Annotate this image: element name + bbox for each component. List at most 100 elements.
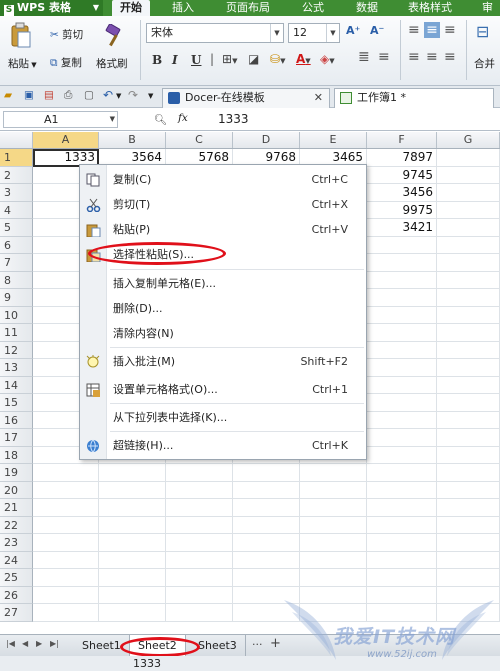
menu-item[interactable]: 插入批注(M) Shift+F2 <box>80 351 366 373</box>
grid-cell[interactable] <box>367 534 437 552</box>
grid-cell[interactable]: 9975 <box>367 201 437 219</box>
row-header[interactable]: 1 <box>0 149 33 167</box>
fill-color-icon[interactable]: ◪ <box>248 52 259 66</box>
font-size-select[interactable]: 12 ▼ <box>288 23 340 43</box>
column-header-g[interactable]: G <box>437 132 500 148</box>
grid-cell[interactable] <box>437 184 500 202</box>
grid-cell[interactable] <box>437 499 500 517</box>
grid-cell[interactable] <box>99 516 166 534</box>
app-menu-button[interactable]: S WPS 表格 ▼ <box>0 0 103 16</box>
grid-cell[interactable] <box>99 464 166 482</box>
grid-cell[interactable] <box>367 394 437 412</box>
last-sheet-icon[interactable]: ▶| <box>50 639 59 648</box>
function-icon[interactable]: fx <box>178 112 188 124</box>
row-header[interactable]: 5 <box>0 219 33 237</box>
grid-cell[interactable] <box>99 499 166 517</box>
grid-cell[interactable] <box>166 499 233 517</box>
grid-cell[interactable] <box>33 569 99 587</box>
doc-tab-docer[interactable]: Docer-在线模板 ✕ <box>162 88 330 108</box>
grid-cell[interactable] <box>233 481 300 499</box>
grid-cell[interactable] <box>367 254 437 272</box>
align-top-icon[interactable]: ≡ <box>408 22 420 38</box>
menu-item[interactable]: 粘贴(P) Ctrl+V <box>80 219 366 241</box>
grid-cell[interactable] <box>367 481 437 499</box>
grid-cell[interactable] <box>437 149 500 167</box>
doc-tab-workbook[interactable]: 工作簿1 * <box>334 88 494 108</box>
grid-cell[interactable] <box>99 551 166 569</box>
print-icon[interactable]: ⎙ <box>64 89 72 102</box>
grid-cell[interactable] <box>367 499 437 517</box>
grid-cell[interactable] <box>367 324 437 342</box>
customize-toolbar-icon[interactable]: ▼ <box>148 92 153 100</box>
menu-item[interactable]: 设置单元格格式(O)... Ctrl+1 <box>80 379 366 401</box>
menu-item[interactable]: 超链接(H)... Ctrl+K <box>80 435 366 457</box>
row-header[interactable]: 11 <box>0 324 33 342</box>
grid-cell[interactable] <box>367 516 437 534</box>
grid-cell[interactable] <box>367 429 437 447</box>
grid-cell[interactable] <box>233 464 300 482</box>
row-header[interactable]: 17 <box>0 429 33 447</box>
column-header-b[interactable]: B <box>99 132 166 148</box>
row-header[interactable]: 24 <box>0 551 33 569</box>
search-icon[interactable]: 🔍︎ <box>154 113 167 126</box>
grid-cell[interactable] <box>99 604 166 622</box>
select-all-corner[interactable] <box>0 132 33 148</box>
grid-cell[interactable] <box>33 604 99 622</box>
font-color-icon[interactable]: A▼ <box>296 52 311 66</box>
grid-cell[interactable] <box>367 551 437 569</box>
chevron-down-icon[interactable]: ▼ <box>116 92 121 100</box>
grid-cell[interactable] <box>367 271 437 289</box>
align-center-icon[interactable]: ≡ <box>426 49 438 65</box>
tab-home[interactable]: 开始 <box>112 0 150 16</box>
column-header-e[interactable]: E <box>300 132 367 148</box>
paste-button[interactable]: 粘贴 ▼ <box>8 56 37 71</box>
row-header[interactable]: 14 <box>0 376 33 394</box>
grid-cell[interactable] <box>437 411 500 429</box>
menu-item[interactable]: 删除(D)... <box>80 298 366 320</box>
grid-cell[interactable] <box>233 516 300 534</box>
font-shrink-icon[interactable]: A⁻ <box>370 24 384 37</box>
font-grow-icon[interactable]: A⁺ <box>346 24 360 37</box>
grid-cell[interactable] <box>33 551 99 569</box>
align-middle-icon[interactable]: ≡ <box>424 22 440 38</box>
grid-cell[interactable] <box>99 534 166 552</box>
grid-cell[interactable] <box>233 551 300 569</box>
grid-cell[interactable] <box>166 464 233 482</box>
align-right-icon[interactable]: ≡ <box>444 49 456 65</box>
grid-cell[interactable]: 7897 <box>367 149 437 167</box>
tab-insert[interactable]: 插入 <box>172 0 194 16</box>
row-header[interactable]: 6 <box>0 236 33 254</box>
grid-cell[interactable] <box>33 499 99 517</box>
grid-cell[interactable] <box>437 464 500 482</box>
menu-item[interactable]: 复制(C) Ctrl+C <box>80 169 366 191</box>
merge-button[interactable]: 合并 <box>474 56 495 71</box>
align-left-icon[interactable]: ≡ <box>408 49 420 65</box>
grid-cell[interactable] <box>233 534 300 552</box>
grid-cell[interactable] <box>300 464 367 482</box>
row-header[interactable]: 20 <box>0 481 33 499</box>
grid-cell[interactable] <box>166 604 233 622</box>
grid-cell[interactable] <box>33 586 99 604</box>
grid-cell[interactable] <box>367 446 437 464</box>
row-header[interactable]: 4 <box>0 201 33 219</box>
row-header[interactable]: 25 <box>0 569 33 587</box>
grid-cell[interactable] <box>367 464 437 482</box>
tab-table-style[interactable]: 表格样式 <box>408 0 452 16</box>
row-header[interactable]: 22 <box>0 516 33 534</box>
grid-cell[interactable] <box>437 481 500 499</box>
tab-data[interactable]: 数据 <box>356 0 378 16</box>
grid-cell[interactable] <box>166 481 233 499</box>
column-header-d[interactable]: D <box>233 132 300 148</box>
column-header-f[interactable]: F <box>367 132 437 148</box>
grid-cell[interactable] <box>367 306 437 324</box>
cut-button[interactable]: ✂ 剪切 <box>50 27 83 42</box>
grid-cell[interactable] <box>33 464 99 482</box>
menu-item[interactable]: 清除内容(N) <box>80 323 366 345</box>
row-header[interactable]: 12 <box>0 341 33 359</box>
prev-sheet-icon[interactable]: ◀ <box>22 639 28 648</box>
column-header-c[interactable]: C <box>166 132 233 148</box>
grid-cell[interactable] <box>437 324 500 342</box>
row-header[interactable]: 9 <box>0 289 33 307</box>
undo-icon[interactable]: ↶ <box>103 88 113 102</box>
grid-cell[interactable] <box>99 569 166 587</box>
